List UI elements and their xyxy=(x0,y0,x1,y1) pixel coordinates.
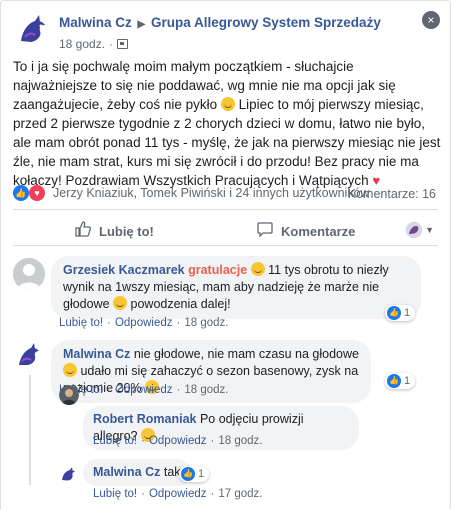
post-timestamp[interactable]: 18 godz. xyxy=(59,37,105,51)
divider xyxy=(13,209,438,210)
comment-reaction-count: 1 xyxy=(404,375,411,387)
comment-reply-link[interactable]: Odpowiedz xyxy=(115,384,173,396)
comment-actions: Lubię to! · Odpowiedz · 18 godz. xyxy=(59,384,228,396)
laugh-emoji-icon xyxy=(63,363,77,377)
comment-actions: Lubię to! · Odpowiedz · 18 godz. xyxy=(93,435,262,447)
like-reaction-icon: 👍 xyxy=(387,306,401,320)
comment-icon xyxy=(257,221,273,241)
comment-timestamp[interactable]: 17 godz. xyxy=(218,488,262,500)
group-icon xyxy=(117,39,129,49)
comment-reaction-badge[interactable]: 👍 1 xyxy=(179,466,210,482)
comment-reply-link[interactable]: Odpowiedz xyxy=(149,435,207,447)
post-header-title: Malwina Cz ▶ Grupa Allegrowy System Sprz… xyxy=(59,15,381,30)
reply-thread-line xyxy=(29,375,31,485)
chevron-down-icon: ▼ xyxy=(425,225,434,235)
reply-bubble: Malwina Cz tak xyxy=(83,459,191,486)
commenter-avatar[interactable] xyxy=(59,465,79,485)
separator: · xyxy=(176,317,181,329)
separator: · xyxy=(141,435,145,447)
profile-avatar xyxy=(406,222,423,238)
feed-post: Malwina Cz ▶ Grupa Allegrowy System Sprz… xyxy=(0,0,451,511)
comments-section: Grzesiek Kaczmarek gratulacje 11 tys obr… xyxy=(1,247,450,511)
separator: · xyxy=(141,488,145,500)
comment-reaction-count: 1 xyxy=(198,468,205,480)
profile-picker[interactable]: ▼ xyxy=(406,222,434,238)
comment-reply-link[interactable]: Odpowiedz xyxy=(115,317,173,329)
like-reaction-icon: 👍 xyxy=(13,185,29,201)
close-icon[interactable]: × xyxy=(422,11,440,29)
comment-reaction-badge[interactable]: 👍 1 xyxy=(385,305,416,321)
comment-author[interactable]: Malwina Cz xyxy=(63,347,130,361)
meta-separator: · xyxy=(109,37,114,51)
comment-button[interactable]: Komentarze xyxy=(257,221,355,241)
comment-reply-link[interactable]: Odpowiedz xyxy=(149,488,207,500)
separator: · xyxy=(107,317,111,329)
like-reaction-icon: 👍 xyxy=(181,467,195,481)
author-name-link[interactable]: Malwina Cz xyxy=(59,15,132,30)
reactions-summary[interactable]: 👍 ♥ Jerzy Kniaziuk, Tomek Piwiński i 24 … xyxy=(13,185,370,201)
comment-author[interactable]: Robert Romaniak xyxy=(93,412,197,426)
separator: · xyxy=(107,384,111,396)
comment-text: tak xyxy=(160,465,181,479)
comment-text-part-2: powodzenia dalej! xyxy=(127,297,231,311)
comment-like-link[interactable]: Lubię to! xyxy=(59,317,103,329)
author-avatar[interactable] xyxy=(13,11,53,51)
comment-text-part-1: nie głodowe, nie mam czasu na głodowe xyxy=(130,347,359,361)
comments-count[interactable]: Komentarze: 16 xyxy=(348,187,436,201)
divider xyxy=(13,245,438,246)
heart-emoji-icon: ♥ xyxy=(372,173,381,188)
comment-author[interactable]: Grzesiek Kaczmarek xyxy=(63,263,185,277)
separator: · xyxy=(210,488,215,500)
post-meta: 18 godz. · xyxy=(59,37,129,51)
smile-emoji-icon xyxy=(113,296,128,310)
comment-actions: Lubię to! · Odpowiedz · 18 godz. xyxy=(59,317,228,329)
comment-button-label: Komentarze xyxy=(281,223,356,239)
comment-timestamp[interactable]: 18 godz. xyxy=(218,435,262,447)
comment-like-link[interactable]: Lubię to! xyxy=(93,488,137,500)
smile-emoji-icon xyxy=(250,262,265,276)
comment-tag[interactable]: gratulacje xyxy=(188,263,247,277)
comment-bubble: Grzesiek Kaczmarek gratulacje 11 tys obr… xyxy=(51,256,421,319)
reactions-names[interactable]: Jerzy Kniaziuk, Tomek Piwiński i 24 inny… xyxy=(53,186,370,200)
commenter-avatar[interactable] xyxy=(13,340,45,372)
separator: · xyxy=(210,435,215,447)
separator: · xyxy=(176,384,181,396)
commenter-avatar[interactable] xyxy=(59,385,79,405)
thumbs-up-icon xyxy=(75,221,91,241)
comment-author[interactable]: Malwina Cz xyxy=(93,465,160,479)
comment-reaction-count: 1 xyxy=(404,307,411,319)
comment-like-link[interactable]: Lubię to! xyxy=(93,435,137,447)
like-button[interactable]: Lubię to! xyxy=(75,221,154,241)
comment-timestamp[interactable]: 18 godz. xyxy=(184,384,228,396)
comment-actions: Lubię to! · Odpowiedz · 17 godz. xyxy=(93,488,262,500)
love-reaction-icon: ♥ xyxy=(29,185,45,201)
smile-emoji-icon xyxy=(220,97,235,111)
comment-timestamp[interactable]: 18 godz. xyxy=(184,317,228,329)
arrow-right-icon: ▶ xyxy=(137,19,146,30)
post-text: To i ja się pochwalę moim małym początki… xyxy=(13,57,441,190)
like-button-label: Lubię to! xyxy=(99,223,154,239)
group-name-link[interactable]: Grupa Allegrowy System Sprzedaży xyxy=(151,15,381,30)
like-reaction-icon: 👍 xyxy=(387,374,401,388)
comment-reaction-badge[interactable]: 👍 1 xyxy=(385,373,416,389)
commenter-avatar[interactable] xyxy=(13,258,45,290)
